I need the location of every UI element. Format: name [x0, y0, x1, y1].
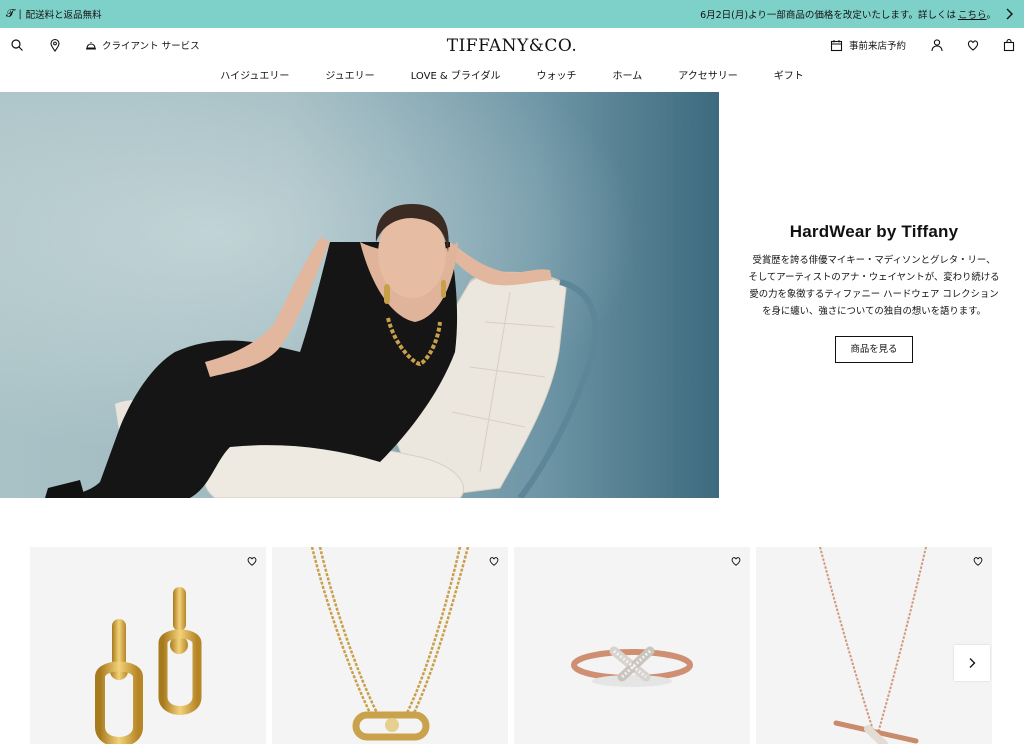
- promo-banner: 𝓣 | 配送料と返品無料 6月2日(月)より一部商品の価格を改定いたします。詳し…: [0, 0, 1024, 28]
- banner-shipping-text: 配送料と返品無料: [25, 10, 102, 21]
- nav-item-high-jewelry[interactable]: ハイジュエリー: [202, 67, 307, 82]
- heart-icon[interactable]: [966, 38, 980, 52]
- chevron-right-icon: [969, 658, 976, 668]
- hero-body-line: 受賞歴を誇る俳優マイキー・マディソンとグレタ・リー、: [752, 255, 996, 266]
- heart-icon[interactable]: [488, 555, 500, 567]
- shopping-bag-icon[interactable]: [1002, 38, 1016, 52]
- nav-item-love-bridal[interactable]: LOVE & ブライダル: [393, 67, 519, 82]
- banner-price-notice: 6月2日(月)より一部商品の価格を改定いたします。詳しくは: [700, 10, 956, 21]
- hero-body-line: そしてアーティストのアナ・ウェイヤントが、変わり続ける: [748, 272, 1000, 283]
- hero-text-block: HardWear by Tiffany 受賞歴を誇る俳優マイキー・マディソンとグ…: [733, 222, 1015, 363]
- appointment-label: 事前来店予約: [848, 41, 906, 52]
- hero-scene-image: [45, 204, 599, 498]
- banner-link[interactable]: こちら: [958, 7, 987, 21]
- tiffany-t-icon: 𝓣: [6, 7, 15, 20]
- header-right: 事前来店予約: [830, 38, 1016, 52]
- product-card[interactable]: [514, 547, 750, 744]
- product-image-ring: [571, 646, 693, 687]
- hero-video[interactable]: [0, 92, 719, 498]
- hero-title: HardWear by Tiffany: [789, 222, 959, 241]
- heart-icon[interactable]: [246, 555, 258, 567]
- hero-body-line: を身に纏い、強さについての独自の想いを語ります。: [762, 306, 986, 317]
- nav-item-accessories[interactable]: アクセサリー: [660, 67, 756, 82]
- hero-body: 受賞歴を誇る俳優マイキー・マディソンとグレタ・リー、 そしてアーティストのアナ・…: [733, 252, 1015, 320]
- user-icon[interactable]: [930, 38, 944, 52]
- product-carousel: [30, 547, 992, 744]
- appointment-link[interactable]: 事前来店予約: [830, 38, 906, 52]
- nav-item-jewelry[interactable]: ジュエリー: [307, 67, 392, 82]
- banner-right: 6月2日(月)より一部商品の価格を改定いたします。詳しくは こちら。: [700, 0, 996, 28]
- banner-left: 𝓣 | 配送料と返品無料: [6, 0, 102, 28]
- nav-item-home[interactable]: ホーム: [595, 67, 661, 82]
- carousel-next-button[interactable]: [954, 645, 990, 681]
- site-header: クライアント サービス TIFFANY&CO. 事前来店予約 ハイジュエリー ジ…: [0, 28, 1024, 92]
- product-image-earrings: [95, 587, 202, 744]
- chevron-right-icon[interactable]: [1002, 7, 1016, 21]
- heart-icon[interactable]: [972, 555, 984, 567]
- calendar-icon: [830, 39, 843, 51]
- nav-item-watches[interactable]: ウォッチ: [519, 67, 595, 82]
- product-image-necklace: [310, 547, 470, 741]
- product-card[interactable]: [30, 547, 266, 744]
- hero-body-line: 愛の力を象徴するティファニー ハードウェア コレクション: [749, 289, 999, 300]
- banner-separator: |: [18, 8, 22, 20]
- main-nav: ハイジュエリー ジュエリー LOVE & ブライダル ウォッチ ホーム アクセサ…: [0, 67, 1024, 82]
- heart-icon[interactable]: [730, 555, 742, 567]
- nav-item-gifts[interactable]: ギフト: [756, 67, 822, 82]
- product-card[interactable]: [272, 547, 508, 744]
- shop-now-button[interactable]: 商品を見る: [835, 336, 913, 363]
